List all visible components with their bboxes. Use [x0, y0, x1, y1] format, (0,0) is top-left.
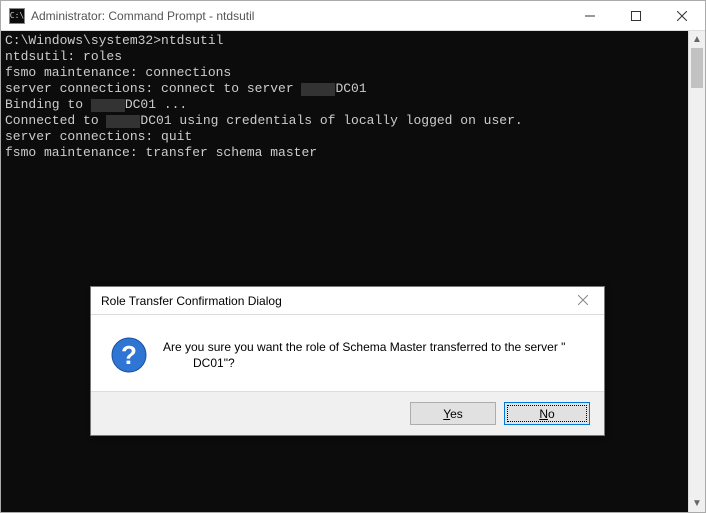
close-button[interactable]: [659, 1, 705, 31]
dialog-close-button[interactable]: [568, 294, 598, 308]
console-line: fsmo maintenance: transfer schema master: [5, 145, 684, 161]
yes-button[interactable]: Yes: [410, 402, 496, 425]
minimize-button[interactable]: [567, 1, 613, 31]
minimize-icon: [585, 11, 595, 21]
scroll-down-arrow-icon[interactable]: ▼: [689, 495, 705, 512]
console-line: C:\Windows\system32>ntdsutil: [5, 33, 684, 49]
window-titlebar[interactable]: C:\ Administrator: Command Prompt - ntds…: [1, 1, 705, 31]
console-line: fsmo maintenance: connections: [5, 65, 684, 81]
cmd-icon: C:\: [9, 8, 25, 24]
scroll-up-arrow-icon[interactable]: ▲: [689, 31, 705, 48]
dialog-message: Are you sure you want the role of Schema…: [163, 337, 584, 373]
dialog-message-post: "?: [224, 356, 235, 370]
no-mnemonic: N: [539, 407, 548, 421]
maximize-button[interactable]: [613, 1, 659, 31]
dialog-titlebar[interactable]: Role Transfer Confirmation Dialog: [91, 287, 604, 315]
close-icon: [677, 11, 687, 21]
console-area: C:\Windows\system32>ntdsutilntdsutil: ro…: [1, 31, 705, 512]
dialog-title: Role Transfer Confirmation Dialog: [101, 294, 568, 308]
console-line: Connected to DC01 using credentials of l…: [5, 113, 684, 129]
window-title: Administrator: Command Prompt - ntdsutil: [31, 9, 254, 23]
command-prompt-window: C:\ Administrator: Command Prompt - ntds…: [0, 0, 706, 513]
scrollbar-track[interactable]: [689, 48, 705, 495]
maximize-icon: [631, 11, 641, 21]
console-line: server connections: quit: [5, 129, 684, 145]
redacted-text: [106, 115, 140, 128]
question-icon: ?: [111, 337, 147, 373]
redacted-server-prefix: [163, 355, 193, 371]
console-output[interactable]: C:\Windows\system32>ntdsutilntdsutil: ro…: [1, 31, 688, 512]
dialog-server-name: DC01: [193, 356, 224, 370]
vertical-scrollbar[interactable]: ▲ ▼: [688, 31, 705, 512]
console-line: ntdsutil: roles: [5, 49, 684, 65]
no-button[interactable]: No: [504, 402, 590, 425]
scrollbar-thumb[interactable]: [691, 48, 703, 88]
close-icon: [578, 295, 588, 305]
dialog-message-pre: Are you sure you want the role of Schema…: [163, 340, 565, 354]
dialog-body: ? Are you sure you want the role of Sche…: [91, 315, 604, 391]
redacted-text: [301, 83, 335, 96]
dialog-button-row: Yes No: [91, 391, 604, 435]
console-line: Binding to DC01 ...: [5, 97, 684, 113]
console-line: server connections: connect to server DC…: [5, 81, 684, 97]
svg-text:?: ?: [121, 340, 137, 370]
role-transfer-dialog: Role Transfer Confirmation Dialog ? Are …: [90, 286, 605, 436]
redacted-text: [91, 99, 125, 112]
